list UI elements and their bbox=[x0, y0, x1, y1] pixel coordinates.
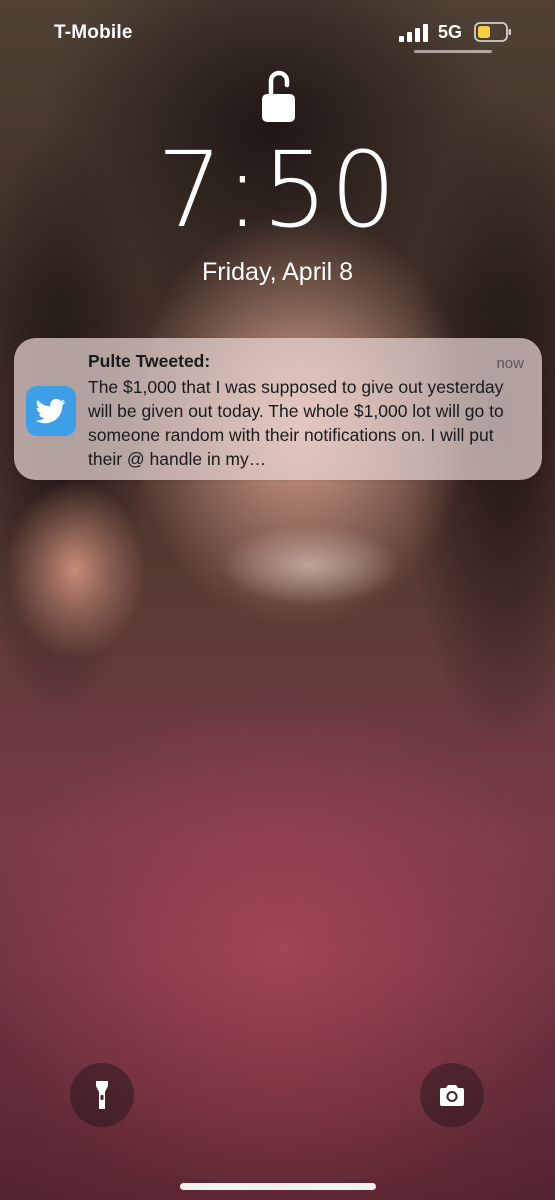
carrier-label: T-Mobile bbox=[54, 22, 133, 43]
notification-time: now bbox=[496, 355, 524, 372]
twitter-app-icon bbox=[26, 386, 76, 436]
network-type: 5G bbox=[438, 22, 463, 42]
flashlight-icon bbox=[96, 1081, 108, 1109]
flashlight-button[interactable] bbox=[70, 1063, 134, 1127]
unlocked-padlock-icon bbox=[262, 70, 295, 122]
notification-body: The $1,000 that I was supposed to give o… bbox=[88, 377, 504, 469]
notification-title: Pulte Tweeted: bbox=[88, 351, 211, 371]
camera-icon bbox=[440, 1085, 464, 1106]
camera-button[interactable] bbox=[420, 1063, 484, 1127]
home-indicator[interactable] bbox=[180, 1183, 376, 1190]
battery-low-icon bbox=[474, 22, 511, 42]
signal-bars-icon bbox=[399, 24, 428, 42]
status-bar-indicator bbox=[414, 50, 492, 53]
twitter-bird-icon bbox=[35, 398, 66, 424]
twitter-notification[interactable]: Pulte Tweeted: now The $1,000 that I was… bbox=[14, 338, 542, 480]
lock-screen-date: Friday, April 8 bbox=[202, 258, 353, 286]
lock-screen-time: 7:50 bbox=[156, 129, 399, 251]
status-bar: T-Mobile 5G bbox=[0, 0, 555, 70]
